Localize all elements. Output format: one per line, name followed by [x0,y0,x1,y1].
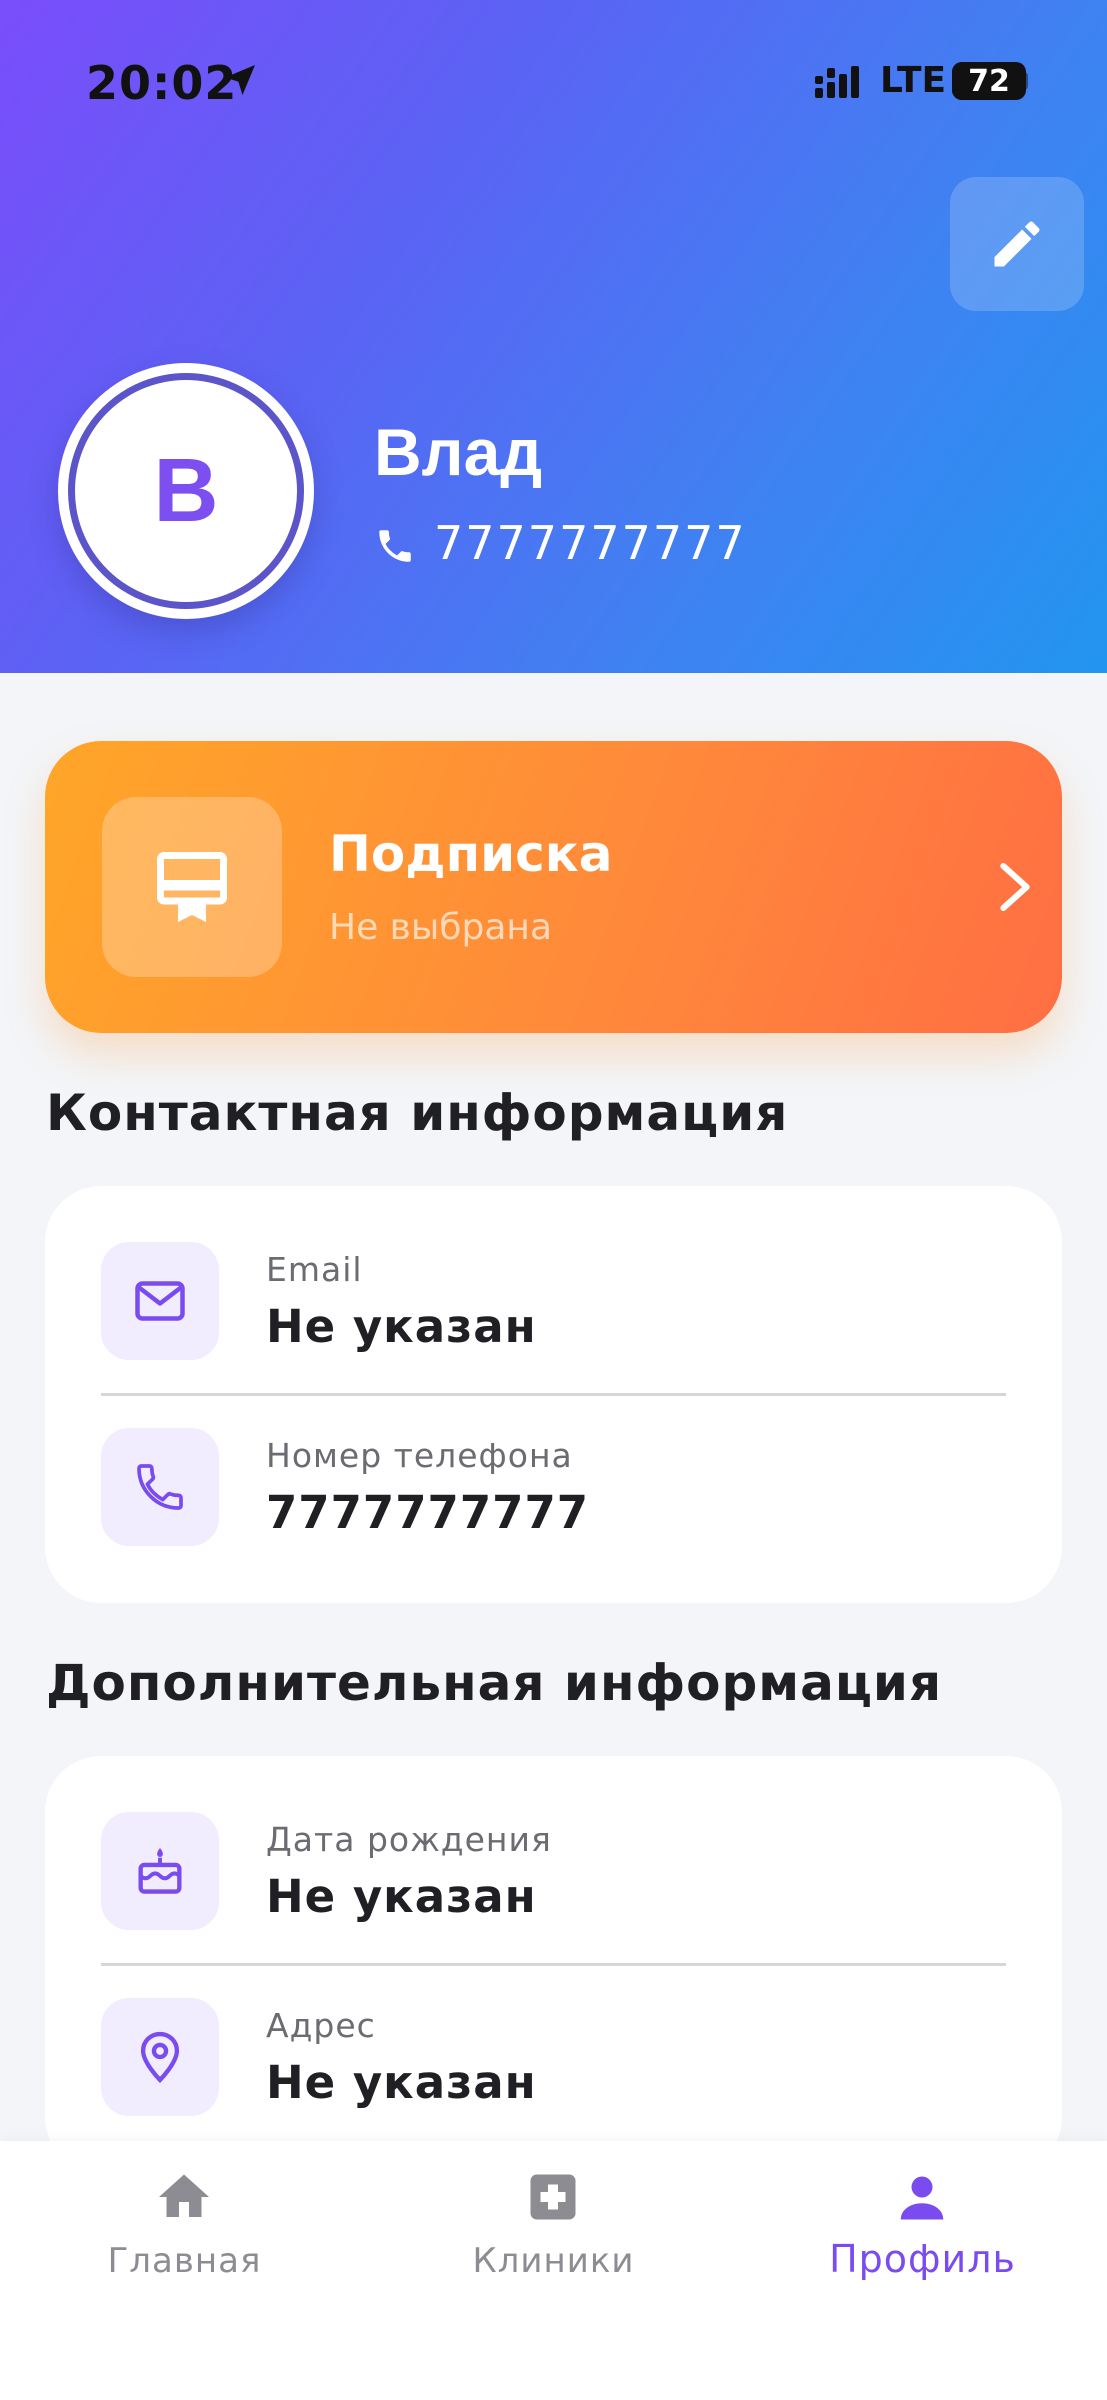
address-value: Не указан [266,2056,537,2109]
subscription-card[interactable]: Подписка Не выбрана [45,741,1062,1033]
network-type: LTE [880,60,947,101]
address-label: Адрес [266,2006,376,2045]
medical-cross-icon [530,2174,576,2220]
nav-label-profile: Профиль [829,2237,1016,2281]
profile-screen: 20:02 LTE 72 В Влад 7777777777 Подписка … [0,0,1107,2400]
home-icon [159,2174,209,2217]
bottom-navigation: Главная Клиники Профиль [0,2141,1107,2400]
email-value: Не указан [266,1300,537,1353]
address-icon-box [101,1998,219,2116]
membership-card-icon [157,852,227,922]
cake-icon [138,1848,182,1894]
mail-icon [135,1281,185,1321]
battery-icon: 72 [952,62,1026,100]
status-bar: 20:02 LTE 72 [0,0,1107,160]
email-icon-box [101,1242,219,1360]
birthdate-label: Дата рождения [266,1820,552,1859]
phone-value: 7777777777 [266,1486,590,1539]
status-time: 20:02 [86,56,238,110]
additional-info-card: Дата рождения Не указан Адрес Не указан [45,1756,1062,2173]
avatar-initial: В [153,440,219,541]
person-icon [900,2176,944,2220]
user-name: Влад [374,415,543,489]
nav-label-home: Главная [107,2241,262,2281]
phone-row[interactable]: Номер телефона 7777777777 [45,1372,1062,1558]
avatar-circle: В [68,373,304,609]
phone-icon-box [101,1428,219,1546]
avatar[interactable]: В [58,363,314,619]
location-pin-icon [140,2031,180,2084]
battery-percent: 72 [968,64,1010,99]
nav-item-profile[interactable]: Профиль [738,2141,1107,2400]
subscription-status: Не выбрана [329,907,553,948]
address-row[interactable]: Адрес Не указан [45,1942,1062,2128]
email-row[interactable]: Email Не указан [45,1186,1062,1372]
chevron-right-icon [1000,862,1030,912]
contact-section-title: Контактная информация [46,1084,789,1142]
phone-icon [137,1464,183,1510]
user-phone: 7777777777 [434,516,747,570]
pencil-icon [994,221,1040,267]
contact-info-card: Email Не указан Номер телефона 777777777… [45,1186,1062,1603]
location-arrow-icon [225,65,255,95]
nav-item-clinics[interactable]: Клиники [369,2141,738,2400]
profile-header: 20:02 LTE 72 В Влад 7777777777 [0,0,1107,673]
birthdate-row[interactable]: Дата рождения Не указан [45,1756,1062,1942]
signal-icon [815,66,859,98]
subscription-title: Подписка [329,825,613,883]
nav-item-home[interactable]: Главная [0,2141,369,2400]
email-label: Email [266,1250,363,1289]
phone-icon [379,530,411,562]
nav-label-clinics: Клиники [472,2241,635,2281]
edit-profile-button[interactable] [950,177,1084,311]
phone-label: Номер телефона [266,1436,573,1475]
additional-section-title: Дополнительная информация [46,1654,943,1712]
subscription-icon-box [102,797,282,977]
birthdate-icon-box [101,1812,219,1930]
battery-tip [1022,72,1028,90]
birthdate-value: Не указан [266,1870,537,1923]
